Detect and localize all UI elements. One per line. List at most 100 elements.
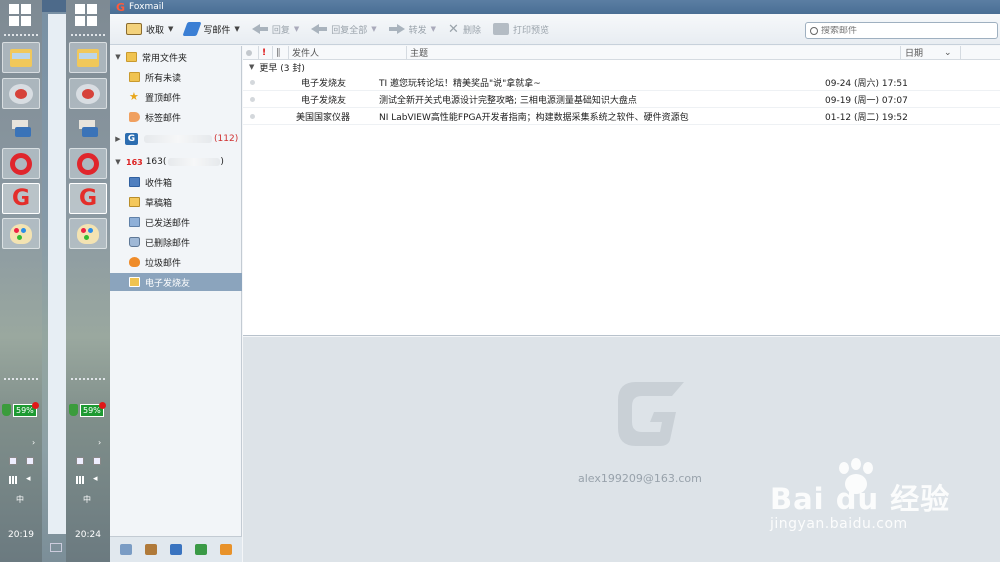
chevron-down-icon[interactable]: ▼: [431, 25, 436, 33]
reply-all-button[interactable]: 回复全部 ▼: [305, 18, 382, 40]
foxmail-icon[interactable]: G: [2, 183, 40, 214]
folder-inbox[interactable]: 收件箱: [110, 173, 242, 191]
plug-icon: [2, 404, 11, 416]
python-icon[interactable]: [69, 113, 107, 144]
mail-date: 09-24 (周六) 17:51: [825, 78, 908, 89]
foxmail-icon[interactable]: G: [69, 183, 107, 214]
explorer-icon[interactable]: [2, 42, 40, 73]
contacts-icon[interactable]: [145, 544, 158, 555]
group-earlier[interactable]: ▼ 更早 (3 封): [243, 60, 1000, 74]
volume-icon[interactable]: ◂: [26, 474, 31, 484]
taskbar-divider: [71, 378, 105, 380]
folder-tagged[interactable]: 标签邮件: [110, 108, 242, 126]
chevron-down-icon[interactable]: ▼: [234, 25, 239, 33]
device-icon[interactable]: [26, 457, 34, 465]
priority-column[interactable]: !: [259, 45, 273, 60]
list-item[interactable]: 电子发烧友 TI 邀您玩转论坛！精美奖品"说"拿就拿~ 09-24 (周六) 1…: [243, 74, 1000, 91]
clock[interactable]: 20:24: [66, 530, 110, 540]
volume-icon[interactable]: ◂: [93, 474, 98, 484]
mail-view-icon[interactable]: [120, 544, 133, 555]
drafts-icon: [129, 197, 140, 207]
chevron-down-icon[interactable]: ▼: [371, 25, 376, 33]
subject-column[interactable]: 主题: [407, 45, 901, 60]
delete-icon: ✕: [448, 21, 459, 37]
reply-button[interactable]: 回复 ▼: [246, 18, 305, 40]
network-off-icon[interactable]: [76, 457, 84, 465]
paint-icon[interactable]: [2, 218, 40, 249]
taskbar-2: G 59% › ◂ 中 20:24: [66, 0, 110, 562]
snip-icon[interactable]: [69, 78, 107, 109]
network-off-icon[interactable]: [9, 457, 17, 465]
signal-icon[interactable]: [76, 476, 86, 484]
account-2[interactable]: ▶ G (112): [110, 130, 242, 148]
search-box[interactable]: [805, 22, 998, 39]
tray-expand-icon[interactable]: ›: [98, 438, 101, 447]
device-icon[interactable]: [93, 457, 101, 465]
folder-all-unread[interactable]: 所有未读: [110, 68, 242, 86]
account-163[interactable]: ▼ 163 163( ): [110, 153, 242, 171]
notes-icon[interactable]: [194, 544, 207, 555]
forward-button[interactable]: 转发 ▼: [383, 18, 442, 40]
expand-down-icon[interactable]: ▼: [113, 158, 123, 166]
opera-icon[interactable]: [69, 148, 107, 179]
folder-common[interactable]: ▼ 常用文件夹: [110, 48, 242, 66]
forward-icon: [389, 24, 405, 34]
sender-column[interactable]: 发件人: [289, 45, 407, 60]
paint-icon[interactable]: [69, 218, 107, 249]
clock[interactable]: 20:19: [0, 530, 42, 540]
folder-deleted[interactable]: 已删除邮件: [110, 233, 242, 251]
folder-icon: [50, 543, 62, 552]
mail-sender: 美国国家仪器: [296, 112, 351, 123]
windows-start-icon[interactable]: [75, 4, 97, 26]
background-window-strip: [42, 0, 66, 562]
read-dot-icon: [249, 79, 255, 85]
search-input[interactable]: [821, 25, 991, 36]
delete-button[interactable]: ✕ 删除: [442, 18, 487, 40]
folder-elecfans[interactable]: 电子发烧友: [110, 273, 242, 291]
plug-icon: [69, 404, 78, 416]
folder-sent[interactable]: 已发送邮件: [110, 213, 242, 231]
date-column[interactable]: 日期: [901, 46, 941, 60]
receive-button[interactable]: 收取 ▼: [120, 18, 179, 40]
chevron-down-icon[interactable]: ▼: [168, 25, 173, 33]
ime-indicator[interactable]: 中: [83, 494, 91, 505]
calendar-icon[interactable]: [169, 544, 182, 555]
list-item[interactable]: 美国国家仪器 NI LabVIEW高性能FPGA开发者指南；构建数据采集系统之软…: [243, 108, 1000, 125]
expand-down-icon[interactable]: ▼: [249, 63, 254, 71]
attachment-column[interactable]: ∥: [273, 45, 289, 60]
battery-indicator[interactable]: 59%: [2, 401, 39, 417]
mail-subject: TI 邀您玩转论坛！精美奖品"说"拿就拿~: [379, 78, 541, 89]
compose-button[interactable]: 写邮件 ▼: [179, 18, 245, 40]
print-preview-button[interactable]: 打印预览: [487, 18, 555, 40]
rss-icon[interactable]: [219, 544, 232, 555]
expand-down-icon[interactable]: ▼: [113, 53, 123, 61]
ime-indicator[interactable]: 中: [16, 494, 24, 505]
mail-subject: 测试全新开关式电源设计完整攻略; 三相电源测量基础知识大盘点: [379, 95, 637, 106]
folder-junk[interactable]: 垃圾邮件: [110, 253, 242, 271]
explorer-icon[interactable]: [69, 42, 107, 73]
title-bar: G Foxmail: [110, 0, 1000, 14]
opera-icon[interactable]: [2, 148, 40, 179]
read-dot-icon: [249, 96, 255, 102]
pen-icon: [182, 22, 202, 36]
read-status-column[interactable]: [243, 45, 259, 60]
chevron-down-icon[interactable]: ▼: [294, 25, 299, 33]
date-sort-toggle[interactable]: ⌄: [941, 45, 961, 60]
list-item[interactable]: 电子发烧友 测试全新开关式电源设计完整攻略; 三相电源测量基础知识大盘点 09-…: [243, 91, 1000, 108]
tray-expand-icon[interactable]: ›: [32, 438, 35, 447]
battery-indicator[interactable]: 59%: [69, 401, 106, 417]
expand-right-icon[interactable]: ▶: [113, 135, 123, 143]
list-header: ! ∥ 发件人 主题 日期 ⌄: [243, 45, 1000, 60]
windows-start-icon[interactable]: [9, 4, 31, 26]
python-icon[interactable]: [2, 113, 40, 144]
mailbox-icon: [126, 23, 142, 35]
folder-drafts[interactable]: 草稿箱: [110, 193, 242, 211]
folder-pinned[interactable]: ★ 置顶邮件: [110, 88, 242, 106]
snip-icon[interactable]: [2, 78, 40, 109]
watermark-brand: Bai du 经验: [770, 482, 951, 516]
folder-icon: [126, 52, 137, 62]
mail-list: ! ∥ 发件人 主题 日期 ⌄ ▼ 更早 (3 封) 电子发烧友 TI 邀您玩转…: [243, 45, 1000, 336]
signal-icon[interactable]: [9, 476, 19, 484]
status-dot-icon: [246, 49, 252, 56]
account-email: alex199209@163.com: [578, 472, 702, 485]
